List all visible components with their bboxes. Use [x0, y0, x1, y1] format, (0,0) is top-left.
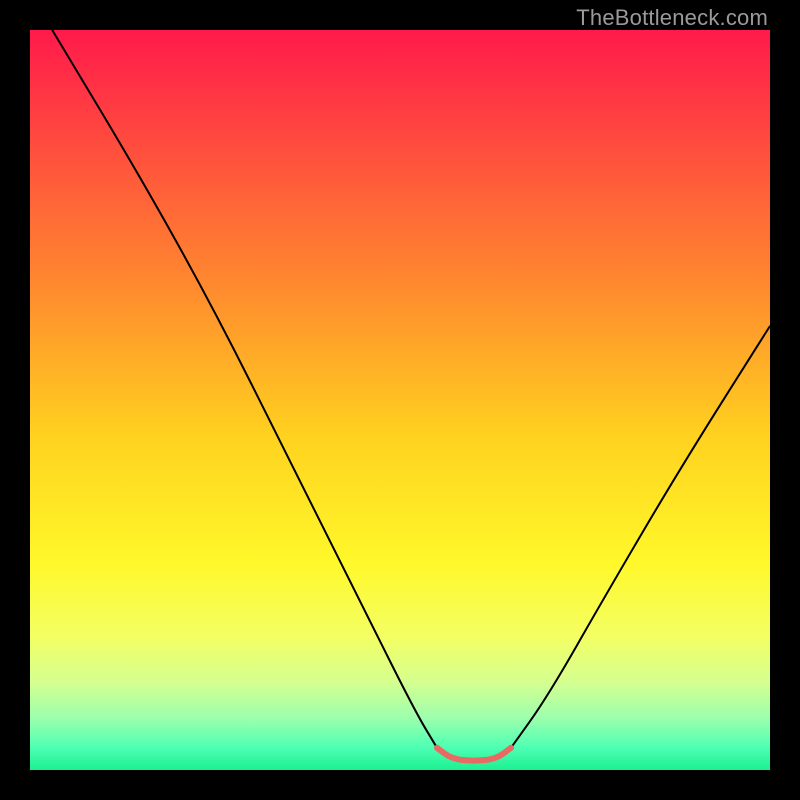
curve-right-branch: [511, 326, 770, 748]
watermark-text: TheBottleneck.com: [576, 5, 768, 31]
curve-layer: [30, 30, 770, 770]
chart-stage: TheBottleneck.com: [0, 0, 800, 800]
curve-left-branch: [52, 30, 437, 748]
plot-area: [30, 30, 770, 770]
curve-trough-segment: [437, 748, 511, 761]
